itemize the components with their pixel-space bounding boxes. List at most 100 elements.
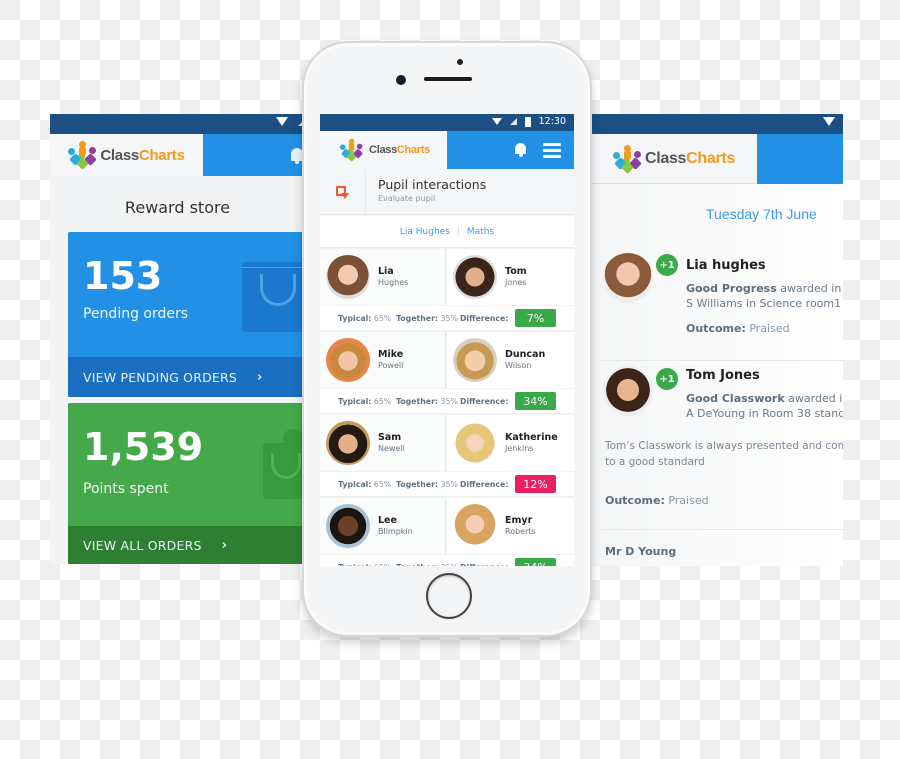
date-heading: Tuesday 7th June — [706, 206, 817, 222]
classcharts-logo[interactable]: ClassCharts — [591, 134, 757, 184]
pupil-first-name: Lee — [378, 515, 397, 526]
points-spent-label: Points spent — [83, 481, 169, 497]
pupil-card[interactable]: Emyr Roberts — [447, 498, 574, 554]
pupil-last-name: Newell — [378, 444, 405, 453]
page-header: Pupil interactions Evaluate pupil — [320, 170, 574, 215]
points-spent-card[interactable]: 1,539 Points spent VIEW ALL ORDERS › — [68, 403, 305, 564]
shopping-bag-icon — [263, 429, 305, 499]
pupil-last-name: Jenkins — [505, 444, 534, 453]
pupil-last-name: Hughes — [378, 278, 409, 287]
pupil-pair-row[interactable]: Lee Blimpkin Emyr Roberts Typical: 65% T… — [320, 498, 574, 566]
pupil-card[interactable]: Tom Jones — [447, 249, 574, 305]
pupil-name: Tom Jones — [686, 368, 760, 383]
together-metric: Together: 35% — [396, 563, 458, 566]
points-badge: +1 — [656, 368, 678, 390]
award-line: Good Progress awarded in Scie — [686, 282, 842, 295]
pupil-first-name: Mike — [378, 349, 404, 360]
typical-metric: Typical: 65% — [338, 314, 392, 323]
pupil-avatar — [453, 504, 497, 548]
pair-metrics: Typical: 65% Together: 35% Difference: 3… — [320, 555, 574, 566]
pupil-last-name: Blimpkin — [378, 527, 413, 536]
view-all-orders-label: VIEW ALL ORDERS — [83, 537, 202, 553]
pupil-card[interactable]: Duncan Wilson — [447, 332, 574, 388]
home-button[interactable] — [426, 573, 472, 619]
view-all-orders-button[interactable]: VIEW ALL ORDERS › — [68, 526, 305, 564]
pupil-last-name: Wilson — [505, 361, 532, 370]
logo-people-icon — [340, 138, 364, 162]
teacher-room-line: S Williams in Science room1 — [686, 297, 842, 310]
calendar-filter-icon — [336, 186, 349, 199]
difference-label: Difference: — [460, 563, 508, 566]
status-bar — [591, 114, 843, 134]
difference-badge: 7% — [515, 309, 556, 327]
divider — [601, 529, 843, 530]
typical-metric: Typical: 65% — [338, 397, 392, 406]
pupil-card[interactable]: Lia Hughes — [320, 249, 446, 305]
app-bar-actions — [757, 134, 843, 184]
shopping-bag-icon — [242, 262, 305, 332]
pupil-pair-row[interactable]: Mike Powell Duncan Wilson Typical: 65% T… — [320, 332, 574, 415]
filter-button[interactable] — [320, 170, 366, 215]
pupil-avatar — [453, 421, 497, 465]
points-badge: +1 — [656, 254, 678, 276]
classcharts-logo[interactable]: ClassCharts — [50, 134, 203, 176]
chevron-right-icon: › — [221, 537, 228, 553]
logo-people-icon — [612, 144, 643, 174]
page-title: Pupil interactions — [378, 177, 487, 192]
pupil-avatar — [603, 253, 653, 303]
wifi-icon — [491, 118, 502, 125]
notification-bell-icon[interactable] — [515, 143, 526, 157]
feed-item[interactable]: +1 Lia hughes Good Progress awarded in S… — [591, 250, 843, 350]
typical-metric: Typical: 65% — [338, 480, 392, 489]
together-metric: Together: 35% — [396, 480, 458, 489]
logo-text: ClassCharts — [644, 149, 736, 167]
logo-text: ClassCharts — [369, 144, 430, 156]
reward-store-screen: ClassCharts Reward store 153 Pending ord… — [50, 114, 305, 564]
earpiece-speaker — [424, 77, 472, 81]
pupil-first-name: Duncan — [505, 349, 546, 360]
pupil-avatar — [453, 338, 497, 382]
pupil-avatar — [326, 338, 370, 382]
pupil-card[interactable]: Katherine Jenkins — [447, 415, 574, 471]
breadcrumb-separator — [457, 226, 459, 237]
chevron-right-icon: › — [257, 369, 263, 385]
award-line: Good Classwork awarded in I — [686, 392, 843, 405]
together-metric: Together: 35% — [396, 397, 458, 406]
difference-label: Difference: — [460, 397, 509, 406]
pupil-last-name: Roberts — [505, 527, 536, 536]
hamburger-menu-icon[interactable] — [543, 143, 561, 158]
phone-frame: 12:30 ClassCharts Pupil interactions Eva… — [302, 41, 592, 637]
front-camera-icon — [396, 75, 406, 85]
note-line: to a good standard — [605, 456, 705, 468]
wifi-icon — [823, 117, 835, 126]
logo-people-icon — [68, 141, 98, 170]
pupil-pair-row[interactable]: Sam Newell Katherine Jenkins Typical: 65… — [320, 415, 574, 498]
pupil-card[interactable]: Sam Newell — [320, 415, 446, 471]
pupil-pair-row[interactable]: Lia Hughes Tom Jones Typical: 65% Togeth… — [320, 249, 574, 332]
page-subtitle: Evaluate pupil — [378, 194, 436, 203]
classcharts-logo[interactable]: ClassCharts — [320, 131, 447, 169]
breadcrumb-subject[interactable]: Maths — [467, 227, 494, 237]
view-pending-orders-button[interactable]: VIEW PENDING ORDERS › — [68, 357, 305, 397]
pupil-avatar — [326, 504, 370, 548]
status-bar — [50, 114, 305, 134]
divider — [601, 360, 843, 361]
together-metric: Together: 35% — [396, 314, 458, 323]
pupil-card[interactable]: Mike Powell — [320, 332, 446, 388]
logo-text: ClassCharts — [100, 146, 185, 164]
breadcrumb: Lia Hughes Maths — [320, 216, 574, 248]
feed-item[interactable]: +1 Tom Jones Good Classwork awarded in I… — [591, 364, 843, 524]
pupil-first-name: Lia — [378, 266, 394, 277]
view-pending-orders-label: VIEW PENDING ORDERS — [83, 369, 238, 385]
pupil-first-name: Sam — [378, 432, 402, 443]
pending-orders-card[interactable]: 153 Pending orders VIEW PENDING ORDERS › — [68, 232, 305, 397]
difference-badge: 34% — [515, 392, 556, 410]
difference-badge: 12% — [515, 475, 556, 493]
pupil-card[interactable]: Lee Blimpkin — [320, 498, 446, 554]
pupil-avatar — [326, 421, 370, 465]
difference-badge: 34% — [515, 558, 556, 566]
status-bar: 12:30 — [320, 114, 574, 131]
pupil-first-name: Emyr — [505, 515, 533, 526]
pupil-interactions-screen: 12:30 ClassCharts Pupil interactions Eva… — [320, 114, 574, 566]
breadcrumb-pupil[interactable]: Lia Hughes — [400, 227, 450, 237]
